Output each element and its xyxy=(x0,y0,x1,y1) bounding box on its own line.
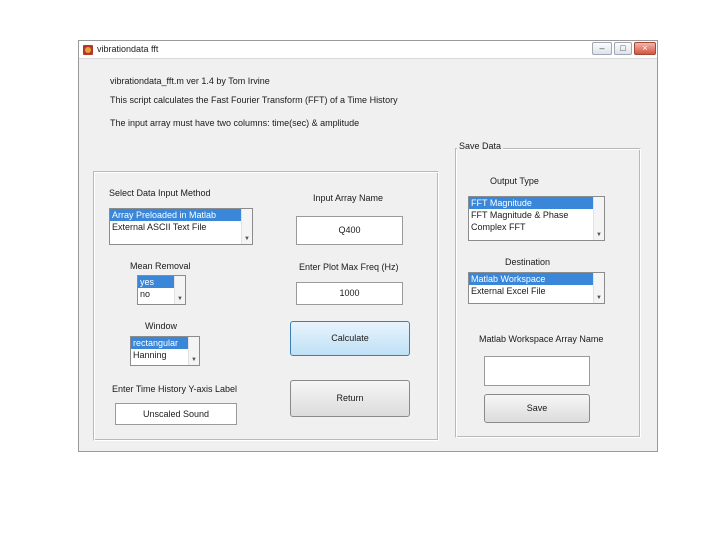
intro-line-3: The input array must have two columns: t… xyxy=(110,118,360,128)
listbox-scrollbar[interactable]: ▼ xyxy=(174,276,185,304)
scroll-down-icon[interactable]: ▼ xyxy=(594,293,604,303)
intro-line-1: vibrationdata_fft.m ver 1.4 by Tom Irvin… xyxy=(110,76,270,86)
list-item[interactable]: FFT Magnitude & Phase xyxy=(469,209,604,221)
mean-removal-label: Mean Removal xyxy=(130,261,191,271)
input-method-label: Select Data Input Method xyxy=(109,188,211,198)
y-label-label: Enter Time History Y-axis Label xyxy=(112,384,238,394)
save-button[interactable]: Save xyxy=(484,394,590,423)
list-item[interactable]: Array Preloaded in Matlab xyxy=(110,209,252,221)
input-array-field[interactable]: Q400 xyxy=(296,216,403,245)
matlab-icon xyxy=(83,45,93,55)
listbox-scrollbar[interactable]: ▼ xyxy=(593,197,604,240)
output-type-label: Output Type xyxy=(490,176,539,186)
input-array-label: Input Array Name xyxy=(313,193,384,203)
list-item[interactable]: External Excel File xyxy=(469,285,604,297)
title-bar[interactable]: vibrationdata fft – □ × xyxy=(79,41,657,59)
input-method-listbox[interactable]: Array Preloaded in Matlab External ASCII … xyxy=(109,208,253,245)
window-title: vibrationdata fft xyxy=(97,44,159,54)
window-type-label: Window xyxy=(145,321,178,331)
plot-max-freq-label: Enter Plot Max Freq (Hz) xyxy=(299,262,399,272)
output-type-listbox[interactable]: FFT Magnitude FFT Magnitude & Phase Comple… xyxy=(468,196,605,241)
listbox-scrollbar[interactable]: ▼ xyxy=(241,209,252,244)
listbox-scrollbar[interactable]: ▼ xyxy=(188,337,199,365)
app-window: vibrationdata fft – □ × vibrationdata_ff… xyxy=(78,40,658,452)
minimize-button[interactable]: – xyxy=(592,42,612,55)
return-button[interactable]: Return xyxy=(290,380,410,417)
window-type-listbox[interactable]: rectangular Hanning ▼ xyxy=(130,336,200,366)
list-item[interactable]: External ASCII Text File xyxy=(110,221,252,233)
y-label-field[interactable]: Unscaled Sound xyxy=(115,403,237,425)
close-button[interactable]: × xyxy=(634,42,656,55)
scroll-down-icon[interactable]: ▼ xyxy=(175,294,185,304)
listbox-scrollbar[interactable]: ▼ xyxy=(593,273,604,303)
maximize-button[interactable]: □ xyxy=(614,42,632,55)
scroll-down-icon[interactable]: ▼ xyxy=(594,230,604,240)
list-item[interactable]: Matlab Workspace xyxy=(469,273,604,285)
intro-line-2: This script calculates the Fast Fourier … xyxy=(110,95,398,105)
scroll-down-icon[interactable]: ▼ xyxy=(242,234,252,244)
list-item[interactable]: FFT Magnitude xyxy=(469,197,604,209)
plot-max-freq-field[interactable]: 1000 xyxy=(296,282,403,305)
scroll-down-icon[interactable]: ▼ xyxy=(189,355,199,365)
mean-removal-listbox[interactable]: yes no ▼ xyxy=(137,275,186,305)
workspace-array-label: Matlab Workspace Array Name xyxy=(479,334,604,344)
workspace-array-field[interactable] xyxy=(484,356,590,386)
calculate-button[interactable]: Calculate xyxy=(290,321,410,356)
list-item[interactable]: Complex FFT xyxy=(469,221,604,233)
save-data-title: Save Data xyxy=(457,141,504,152)
destination-listbox[interactable]: Matlab Workspace External Excel File ▼ xyxy=(468,272,605,304)
destination-label: Destination xyxy=(505,257,551,267)
